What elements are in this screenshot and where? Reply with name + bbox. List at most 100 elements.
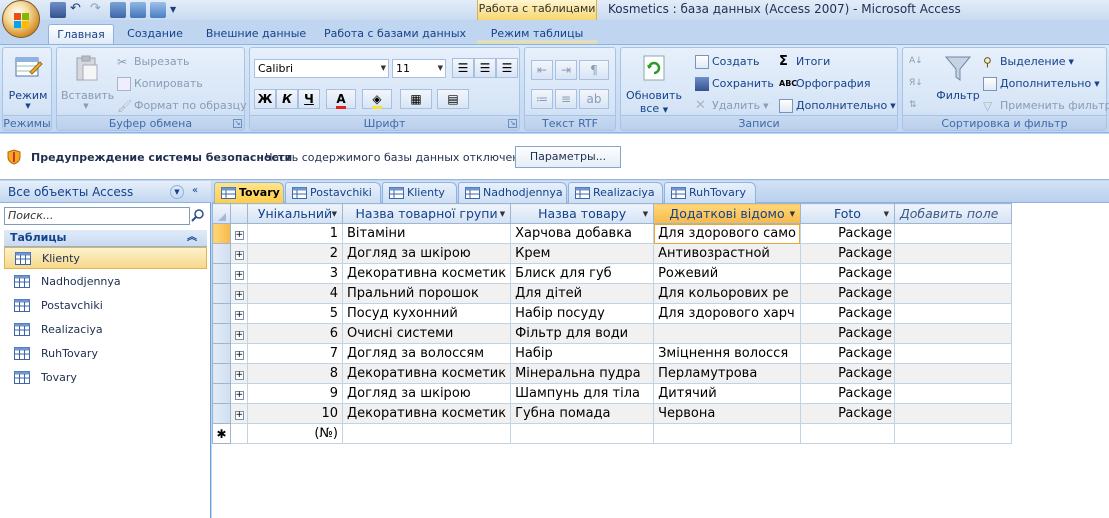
form-icon[interactable] [110, 2, 126, 18]
sort-ascending-button[interactable]: A↓ [909, 52, 923, 70]
advanced-filter-button[interactable]: Дополнительно ▼ [983, 75, 1100, 93]
gridlines-button[interactable]: ▦ [400, 89, 432, 109]
col-foto-header[interactable]: Foto ▼ [799, 203, 895, 224]
table-row[interactable]: +8 Декоративна косметик Мінеральна пудра Пе… [212, 363, 1012, 384]
table-row[interactable]: +5 Посуд кухонний Набір посуду Для здоровог… [212, 303, 1012, 324]
nav-item-postavchiki[interactable]: Postavchiki [4, 295, 207, 317]
row-expand-cell[interactable]: + [230, 283, 248, 304]
cell-group[interactable]: Очисні системи [341, 323, 512, 344]
spelling-button[interactable]: ABC Орфография [779, 75, 870, 93]
paste-button[interactable]: Вставить ▼ [61, 52, 114, 110]
cell-foto[interactable]: Package [799, 263, 895, 284]
row-expand-cell[interactable]: + [230, 363, 248, 384]
column-dropdown-icon[interactable]: ▼ [790, 210, 795, 218]
cell-add-field[interactable] [893, 323, 1012, 344]
cell-group[interactable]: Пральний порошок [341, 283, 512, 304]
cell-id[interactable]: 4 [247, 283, 343, 304]
new-record-row[interactable]: ✱ (№) [212, 423, 1012, 444]
cell-add-field[interactable] [893, 423, 1012, 444]
collapse-pane-icon[interactable]: « [192, 185, 198, 196]
font-color-button[interactable]: A [326, 89, 356, 109]
cell-foto[interactable]: Package [799, 243, 895, 264]
copy-button[interactable]: Копировать [117, 75, 203, 93]
view-button[interactable]: Режим ▼ [7, 52, 49, 110]
customize-qat-icon[interactable]: ▼ [170, 2, 178, 18]
office-button[interactable] [2, 0, 40, 38]
expand-plus-icon[interactable]: + [234, 411, 244, 420]
chevron-down-icon[interactable]: ▼ [170, 185, 184, 199]
expand-plus-icon[interactable]: + [234, 351, 244, 360]
expand-plus-icon[interactable]: + [234, 231, 244, 240]
row-expand-cell[interactable]: + [230, 243, 248, 264]
cell-id[interactable]: 10 [247, 403, 343, 424]
cell-info[interactable] [653, 423, 801, 444]
cell-name[interactable]: Харчова добавка [510, 223, 655, 244]
cell-id[interactable]: 6 [247, 323, 343, 344]
nav-item-realizaciya[interactable]: Realizaciya [4, 319, 207, 341]
row-selector[interactable] [212, 243, 231, 264]
alternate-fill-button[interactable]: ▤ [437, 89, 469, 109]
expand-plus-icon[interactable]: + [234, 311, 244, 320]
col-name-header[interactable]: Назва товару ▼ [510, 203, 655, 224]
row-expand-cell[interactable]: + [230, 223, 248, 244]
table-row[interactable]: +6 Очисні системи Фільтр для води Package [212, 323, 1012, 344]
col-id-header[interactable]: Унікальний ▼ [247, 203, 343, 224]
clear-sort-button[interactable]: ⇅ [909, 96, 917, 114]
cell-id[interactable]: 7 [247, 343, 343, 364]
cell-group[interactable]: Догляд за шкірою [341, 243, 512, 264]
cell-id[interactable]: 8 [247, 363, 343, 384]
sort-descending-button[interactable]: Я↓ [909, 74, 923, 92]
table-row[interactable]: +10 Декоративна косметик Губна помада Черво… [212, 403, 1012, 424]
selection-button[interactable]: ⚲ Выделение ▼ [983, 53, 1074, 71]
new-record-marker-icon[interactable]: ✱ [212, 423, 231, 444]
cell-add-field[interactable] [893, 403, 1012, 424]
cell-add-field[interactable] [893, 343, 1012, 364]
cell-name[interactable]: Набір [510, 343, 655, 364]
col-add-field-header[interactable]: Добавить поле [893, 203, 1012, 224]
doc-tab-realizaciya[interactable]: Realizaciya [568, 182, 663, 203]
save-icon[interactable] [50, 2, 66, 18]
bold-button[interactable]: Ж [254, 89, 276, 109]
cell-id[interactable]: 1 [247, 223, 343, 244]
expand-plus-icon[interactable]: + [234, 371, 244, 380]
nav-item-klienty[interactable]: Klienty [4, 247, 207, 269]
cell-foto[interactable]: Package [799, 403, 895, 424]
cell-name[interactable]: Фільтр для води [510, 323, 655, 344]
underline-button[interactable]: Ч [298, 89, 320, 109]
cell-name[interactable] [510, 423, 655, 444]
cell-info[interactable]: Антивозрастной [653, 243, 801, 264]
cell-id[interactable]: 9 [247, 383, 343, 404]
cell-info[interactable]: Зміцнення волосся [653, 343, 801, 364]
decrease-indent-button[interactable]: ⇤ [531, 60, 553, 80]
italic-button[interactable]: К [276, 89, 298, 109]
table-row[interactable]: +1 Вітаміни Харчова добавка Для здорового с… [212, 223, 1012, 244]
cell-add-field[interactable] [893, 283, 1012, 304]
cell-name[interactable]: Блиск для губ [510, 263, 655, 284]
column-dropdown-icon[interactable]: ▼ [643, 210, 648, 218]
toggle-filter-button[interactable]: ▽ Применить фильтр [983, 97, 1109, 115]
row-selector[interactable] [212, 263, 231, 284]
cell-id[interactable]: (№) [247, 423, 343, 444]
tab-external-data[interactable]: Внешние данные [200, 24, 312, 44]
cell-group[interactable]: Декоративна косметик [341, 363, 512, 384]
table-row[interactable]: +3 Декоративна косметик Блиск для губ Рожев… [212, 263, 1012, 284]
cell-name[interactable]: Крем [510, 243, 655, 264]
column-dropdown-icon[interactable]: ▼ [884, 210, 889, 218]
cell-name[interactable]: Мінеральна пудра [510, 363, 655, 384]
numbering-button[interactable]: ≡ [555, 89, 577, 109]
row-selector[interactable] [212, 383, 231, 404]
increase-indent-button[interactable]: ⇥ [555, 60, 577, 80]
cell-name[interactable]: Губна помада [510, 403, 655, 424]
col-group-header[interactable]: Назва товарної групи ▼ [341, 203, 512, 224]
cell-id[interactable]: 5 [247, 303, 343, 324]
cell-add-field[interactable] [893, 243, 1012, 264]
refresh-all-button[interactable]: Обновить все ▼ [623, 52, 685, 115]
doc-tab-ruhtovary[interactable]: RuhTovary [664, 182, 756, 203]
cut-button[interactable]: ✂ Вырезать [117, 53, 189, 71]
cell-foto[interactable]: Package [799, 283, 895, 304]
expand-plus-icon[interactable]: + [234, 391, 244, 400]
bullets-button[interactable]: ≔ [531, 89, 553, 109]
cell-id[interactable]: 3 [247, 263, 343, 284]
clipboard-launcher-icon[interactable]: ↘ [233, 119, 242, 128]
nav-item-nadhodjennya[interactable]: Nadhodjennya [4, 271, 207, 293]
